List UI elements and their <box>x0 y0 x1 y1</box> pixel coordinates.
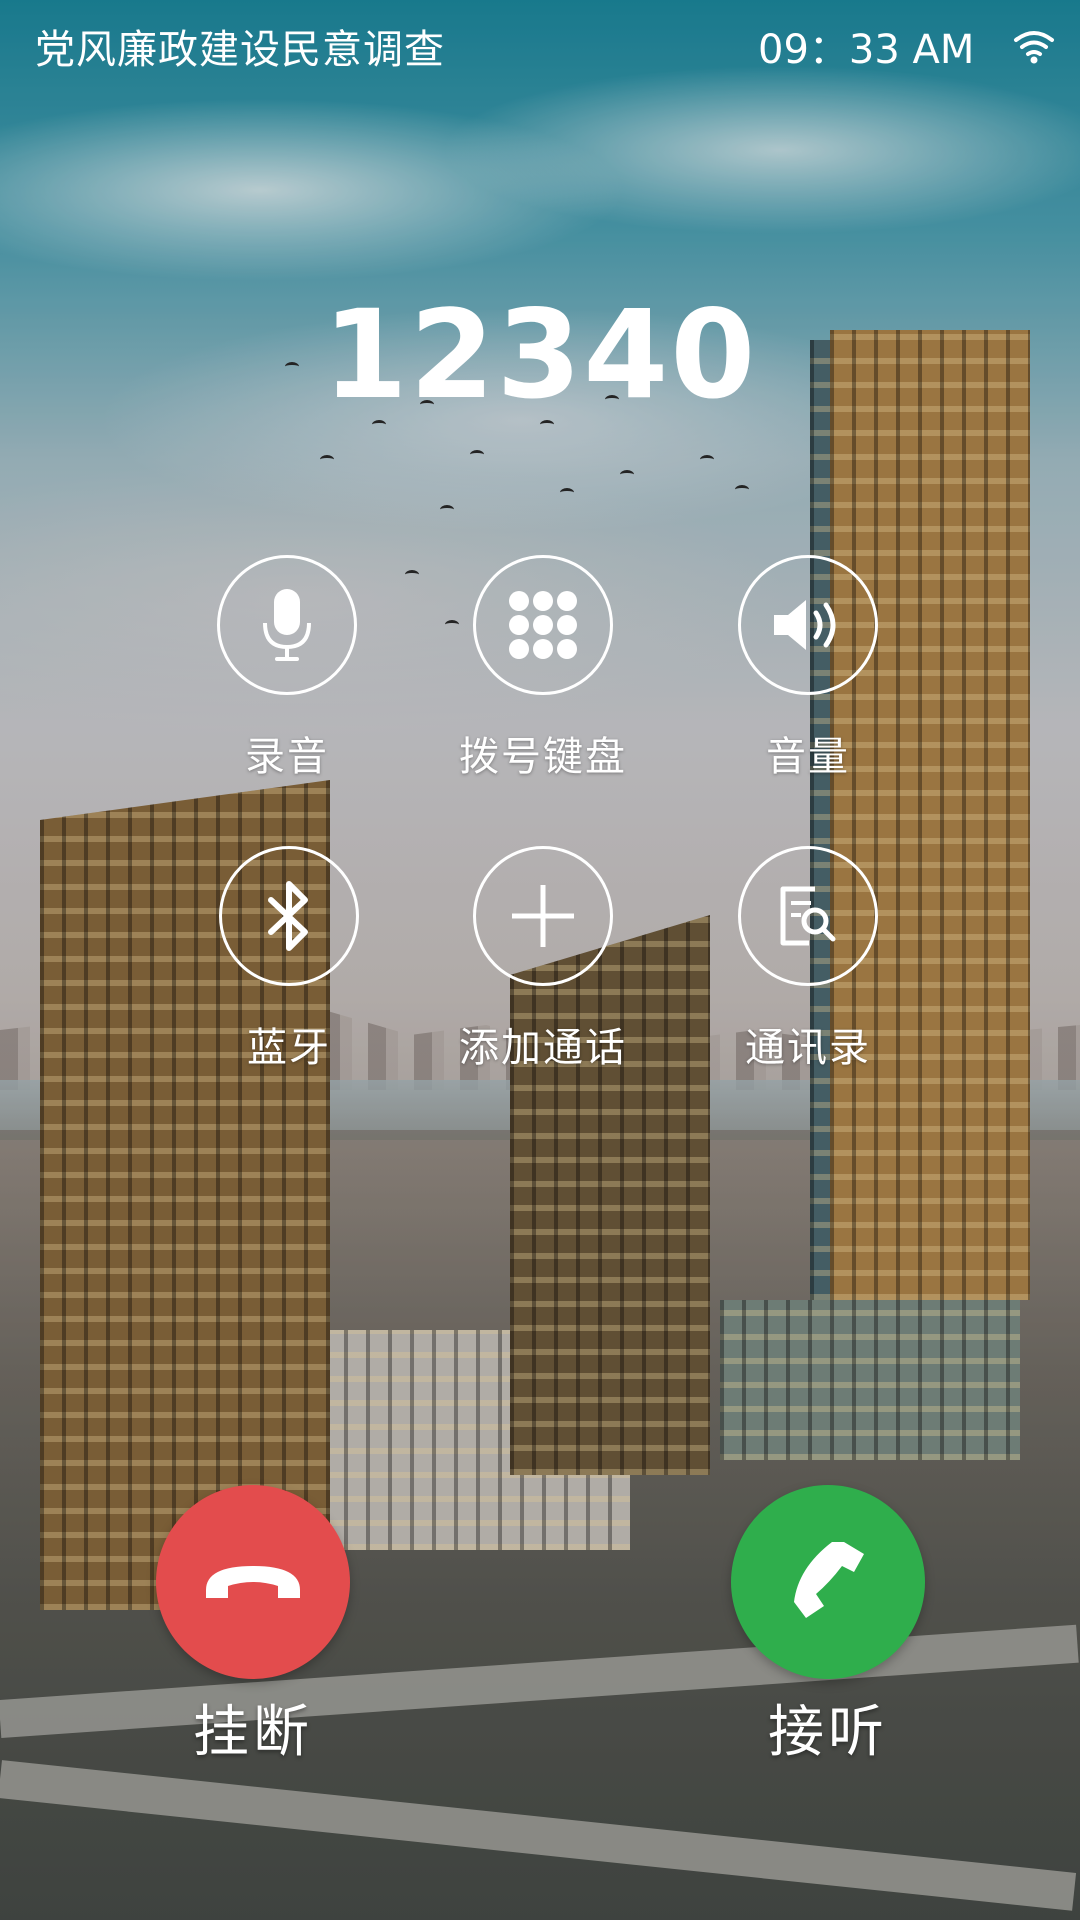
status-time: 09：33 AM <box>758 27 975 73</box>
hangup-phone-icon <box>206 1566 300 1598</box>
contacts-button[interactable]: 通讯录 <box>703 846 913 1072</box>
record-label: 录音 <box>245 734 329 780</box>
answer-control[interactable]: 接听 <box>698 1485 958 1765</box>
answer-button[interactable] <box>731 1485 925 1679</box>
answer-label: 接听 <box>768 1700 888 1765</box>
dialpad-icon <box>509 591 577 659</box>
record-circle[interactable] <box>217 555 357 695</box>
add-call-circle[interactable] <box>473 846 613 986</box>
dialpad-label: 拨号键盘 <box>459 734 627 780</box>
add-call-button[interactable]: 添加通话 <box>438 846 648 1072</box>
plus-icon <box>512 885 574 947</box>
caller-number: 12340 <box>322 284 758 426</box>
microphone-icon <box>263 589 311 661</box>
answer-phone-icon <box>794 1542 864 1618</box>
bluetooth-button[interactable]: 蓝牙 <box>184 846 394 1072</box>
volume-circle[interactable] <box>738 555 878 695</box>
bluetooth-label: 蓝牙 <box>247 1025 331 1071</box>
speaker-icon <box>774 600 836 650</box>
add-call-label: 添加通话 <box>459 1025 627 1071</box>
hangup-control[interactable]: 挂断 <box>123 1485 383 1765</box>
dialpad-circle[interactable] <box>473 555 613 695</box>
app-title: 党风廉政建设民意调查 <box>35 27 445 73</box>
wifi-icon <box>1014 31 1054 64</box>
hangup-label: 挂断 <box>193 1700 313 1765</box>
dialpad-button[interactable]: 拨号键盘 <box>438 555 648 781</box>
hangup-button[interactable] <box>156 1485 350 1679</box>
volume-button[interactable]: 音量 <box>703 555 913 781</box>
bluetooth-circle[interactable] <box>219 846 359 986</box>
record-button[interactable]: 录音 <box>182 555 392 781</box>
contacts-circle[interactable] <box>738 846 878 986</box>
contacts-icon <box>780 886 836 946</box>
bluetooth-icon <box>268 881 308 951</box>
contacts-label: 通讯录 <box>745 1025 871 1071</box>
volume-label: 音量 <box>766 734 850 780</box>
